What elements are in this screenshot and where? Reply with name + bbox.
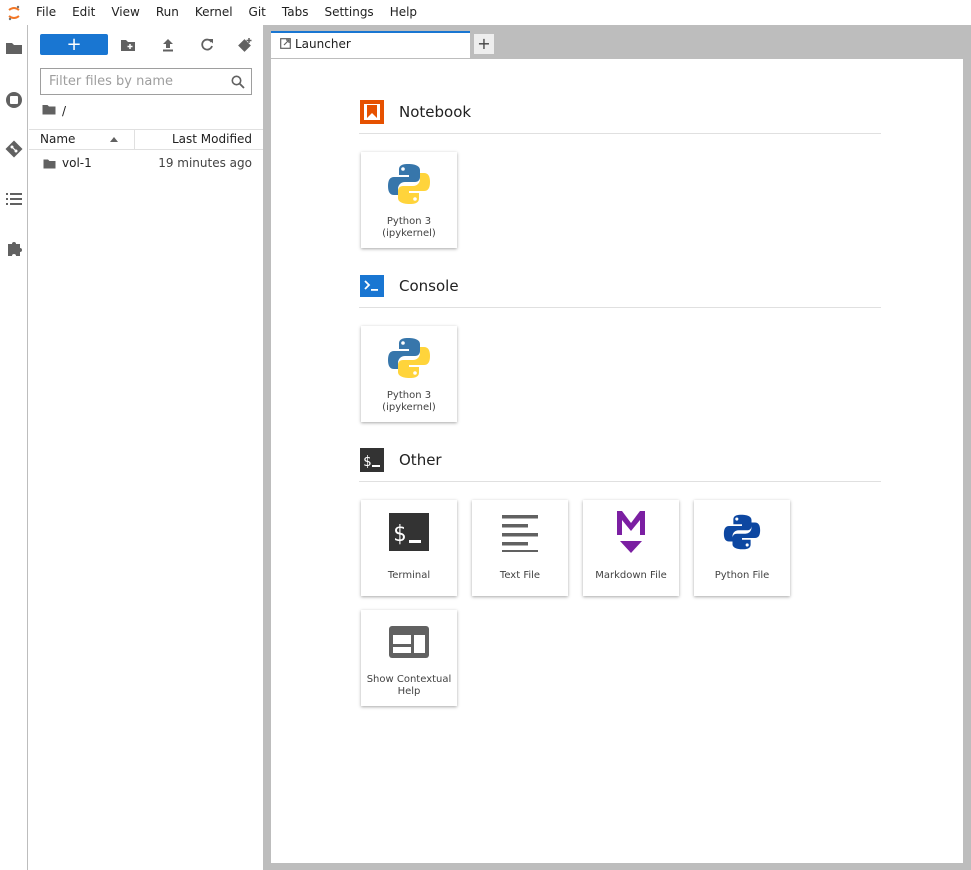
- extension-icon[interactable]: [3, 237, 25, 259]
- menu-edit[interactable]: Edit: [64, 0, 103, 25]
- activity-bar: [0, 25, 28, 870]
- jupyterlab-app: File Edit View Run Kernel Git Tabs Setti…: [0, 0, 971, 870]
- python-file-icon: [718, 508, 766, 556]
- notebook-icon: [359, 99, 385, 125]
- launcher-card-console-python3[interactable]: Python 3 (ipykernel): [361, 326, 457, 422]
- card-label: Text File: [499, 570, 541, 581]
- running-icon[interactable]: [3, 89, 25, 111]
- card-label: Terminal: [387, 570, 431, 581]
- section-title: Notebook: [399, 103, 472, 121]
- folder-icon: [43, 158, 56, 172]
- file-browser-toolbar: +: [29, 25, 263, 65]
- git-clone-icon[interactable]: [236, 36, 254, 54]
- notebook-section-header: Notebook: [359, 94, 881, 134]
- tab-bar: Launcher +: [271, 31, 963, 58]
- breadcrumb-path[interactable]: /: [62, 104, 66, 118]
- card-label-line1: Python 3: [386, 216, 432, 227]
- terminal-icon: $: [385, 508, 433, 556]
- menu-git[interactable]: Git: [241, 0, 274, 25]
- name-column-label: Name: [40, 132, 76, 146]
- card-label: Python 3 (ipykernel): [363, 390, 455, 414]
- file-list-header: Name Last Modified: [29, 129, 263, 150]
- card-label: Markdown File: [595, 570, 667, 581]
- sort-ascending-icon: [110, 137, 118, 142]
- markdown-icon: [607, 508, 655, 556]
- breadcrumb: /: [42, 102, 66, 120]
- git-icon[interactable]: [3, 138, 25, 160]
- other-terminal-icon: $: [359, 447, 385, 473]
- new-launcher-button[interactable]: +: [40, 34, 108, 55]
- menu-bar: File Edit View Run Kernel Git Tabs Setti…: [0, 0, 971, 25]
- launcher-icon: [280, 38, 291, 52]
- search-icon[interactable]: [231, 74, 245, 93]
- last-modified-column-header[interactable]: Last Modified: [172, 130, 252, 149]
- section-title: Other: [399, 451, 442, 469]
- console-section-header: Console: [359, 268, 881, 308]
- python-icon: [385, 334, 433, 382]
- main-dock-area: Launcher + Notebook Python 3 (ipykernel)…: [263, 25, 971, 870]
- filter-files-input[interactable]: [41, 69, 221, 94]
- file-browser: + /: [29, 25, 263, 870]
- card-label: Python File: [714, 570, 770, 581]
- menu-run[interactable]: Run: [148, 0, 187, 25]
- file-modified: 19 minutes ago: [158, 156, 252, 170]
- menu-help[interactable]: Help: [382, 0, 425, 25]
- card-label-line2: (ipykernel): [382, 228, 436, 239]
- launcher-card-text-file[interactable]: Text File: [472, 500, 568, 596]
- toc-icon[interactable]: [3, 188, 25, 210]
- card-label-line2: Help: [397, 686, 421, 697]
- card-label-line1: Show Contextual: [366, 674, 452, 685]
- folder-icon[interactable]: [3, 37, 25, 59]
- menu-file[interactable]: File: [28, 0, 64, 25]
- card-label: Show Contextual Help: [363, 674, 455, 698]
- upload-icon[interactable]: [159, 36, 177, 54]
- refresh-icon[interactable]: [198, 36, 216, 54]
- contextual-help-icon: [385, 618, 433, 666]
- launcher-card-python-file[interactable]: Python File: [694, 500, 790, 596]
- file-name: vol-1: [62, 156, 92, 170]
- menu-kernel[interactable]: Kernel: [187, 0, 241, 25]
- card-label-line1: Python 3: [386, 390, 432, 401]
- card-label-line2: (ipykernel): [382, 402, 436, 413]
- name-column-header[interactable]: Name: [29, 130, 135, 149]
- console-icon: [359, 273, 385, 299]
- add-tab-button[interactable]: +: [473, 33, 495, 55]
- launcher-card-terminal[interactable]: $ Terminal: [361, 500, 457, 596]
- file-row[interactable]: vol-1 19 minutes ago: [29, 153, 263, 175]
- other-section-header: $ Other: [359, 442, 881, 482]
- svg-text:$: $: [363, 454, 371, 470]
- launcher-card-notebook-python3[interactable]: Python 3 (ipykernel): [361, 152, 457, 248]
- card-label: Python 3 (ipykernel): [363, 216, 455, 240]
- svg-text:$: $: [393, 522, 406, 547]
- menu-view[interactable]: View: [103, 0, 147, 25]
- tab-launcher[interactable]: Launcher: [271, 31, 470, 58]
- menu-tabs[interactable]: Tabs: [274, 0, 317, 25]
- home-folder-icon[interactable]: [42, 104, 56, 118]
- launcher-card-contextual-help[interactable]: Show Contextual Help: [361, 610, 457, 706]
- tab-label: Launcher: [295, 37, 351, 51]
- launcher-card-markdown-file[interactable]: Markdown File: [583, 500, 679, 596]
- jupyter-logo-icon[interactable]: [0, 0, 28, 25]
- text-file-icon: [496, 508, 544, 556]
- file-filter: [40, 68, 252, 95]
- menu-settings[interactable]: Settings: [316, 0, 381, 25]
- new-folder-icon[interactable]: [119, 36, 137, 54]
- launcher-panel: Notebook Python 3 (ipykernel) Console Py…: [271, 58, 963, 863]
- python-icon: [385, 160, 433, 208]
- section-title: Console: [399, 277, 459, 295]
